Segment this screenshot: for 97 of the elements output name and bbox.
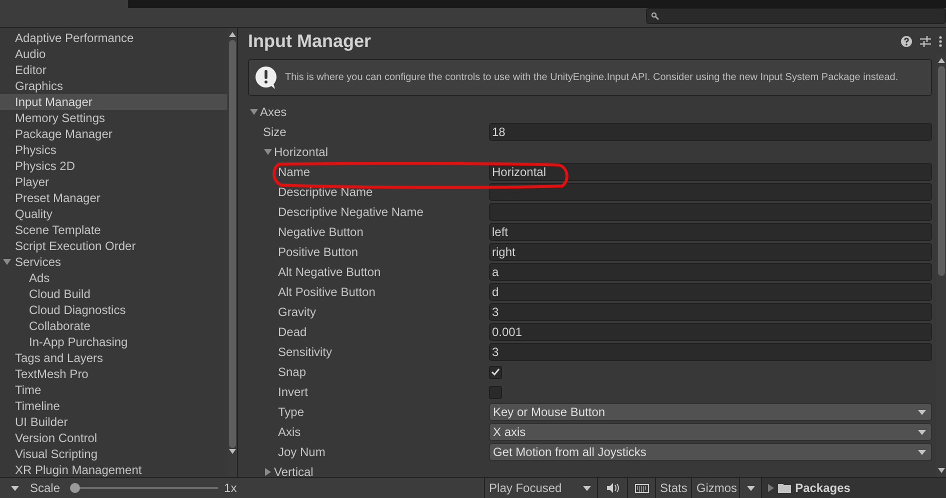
search-field[interactable] <box>646 8 946 24</box>
sidebar-item[interactable]: Package Manager <box>0 126 227 142</box>
search-icon <box>651 12 659 20</box>
settings-sliders-icon[interactable] <box>920 36 931 46</box>
sidebar-item[interactable]: In-App Purchasing <box>0 334 227 350</box>
folder-icon <box>778 483 792 493</box>
text-field[interactable]: 3 <box>489 303 932 321</box>
checkbox[interactable] <box>489 366 502 378</box>
field-label: Name <box>277 164 312 181</box>
scroll-up-icon[interactable] <box>938 58 944 63</box>
size-field[interactable]: 18 <box>489 123 932 141</box>
text-field[interactable]: right <box>489 243 932 261</box>
scroll-down-icon[interactable] <box>938 468 944 473</box>
sidebar-item[interactable]: Time <box>0 382 227 398</box>
sidebar-item[interactable]: Version Control <box>0 430 227 446</box>
checkbox[interactable] <box>489 386 502 398</box>
sidebar-item[interactable]: Audio <box>0 46 227 62</box>
scale-label: Scale <box>30 480 60 497</box>
caret-icon <box>583 486 592 490</box>
sidebar-item[interactable]: Preset Manager <box>0 190 227 206</box>
foldout-label: Vertical <box>274 464 314 481</box>
warning-bubble-icon <box>255 66 277 90</box>
foldout-header[interactable]: Horizontal <box>248 142 932 162</box>
text-field[interactable]: d <box>489 283 932 301</box>
dropdown-arrow-icon <box>918 450 926 454</box>
gizmos-button[interactable]: Gizmos <box>691 478 740 498</box>
speaker-icon <box>606 483 619 493</box>
field-label: Descriptive Negative Name <box>277 204 424 221</box>
sidebar-item[interactable]: Adaptive Performance <box>0 30 227 46</box>
more-menu-icon[interactable] <box>939 36 942 46</box>
dropdown-arrow-icon <box>918 410 926 414</box>
sidebar-item[interactable]: Script Execution Order <box>0 238 227 254</box>
text-field[interactable]: left <box>489 223 932 241</box>
text-field[interactable]: 0.001 <box>489 323 932 341</box>
field-label: Invert <box>277 384 310 401</box>
sidebar-item[interactable]: Collaborate <box>0 318 227 334</box>
sidebar-item[interactable]: Quality <box>0 206 227 222</box>
scroll-thumb[interactable] <box>228 40 236 448</box>
expand-triangle-icon[interactable] <box>264 148 272 156</box>
sidebar-item[interactable]: Physics 2D <box>0 158 227 174</box>
caret-icon <box>746 486 755 490</box>
scroll-up-icon[interactable] <box>228 32 236 37</box>
dropdown[interactable]: X axis <box>489 423 932 441</box>
sidebar-item[interactable]: Editor <box>0 62 227 78</box>
sidebar-item[interactable]: Memory Settings <box>0 110 227 126</box>
sidebar-item[interactable]: XR Plugin Management <box>0 462 227 478</box>
sidebar-item[interactable]: Services <box>0 254 227 270</box>
field-label: Positive Button <box>277 244 360 261</box>
text-field[interactable] <box>489 183 932 201</box>
expand-triangle-icon[interactable] <box>264 468 272 476</box>
field-label: Gravity <box>277 304 318 321</box>
sidebar-item[interactable]: Timeline <box>0 398 227 414</box>
foldout-header[interactable]: Axes <box>248 102 932 122</box>
info-message: This is where you can configure the controls to use with the UnityEngine.Input API. Consider using the new Input System Package instead. <box>285 72 898 84</box>
sidebar-item[interactable]: Visual Scripting <box>0 446 227 462</box>
sidebar-item[interactable]: Input Manager <box>0 94 227 110</box>
keyboard-icon <box>634 484 649 492</box>
field-label: Dead <box>277 324 308 341</box>
caret-icon <box>11 486 19 490</box>
sidebar-item[interactable]: Cloud Build <box>0 286 227 302</box>
sidebar-item[interactable]: TextMesh Pro <box>0 366 227 382</box>
scroll-thumb[interactable] <box>938 66 944 276</box>
field-label: Alt Negative Button <box>277 264 382 281</box>
sidebar-item[interactable]: Tags and Layers <box>0 350 227 366</box>
dropdown[interactable]: Key or Mouse Button <box>489 403 932 421</box>
stats-button[interactable]: Stats <box>655 478 692 498</box>
sidebar-item[interactable]: Player <box>0 174 227 190</box>
field-label: Negative Button <box>277 224 364 241</box>
field-label: Axis <box>277 424 302 441</box>
expand-triangle-icon[interactable] <box>3 258 11 266</box>
collapse-triangle-icon[interactable] <box>768 484 774 492</box>
field-label: Joy Num <box>277 444 326 461</box>
sidebar-item[interactable]: Ads <box>0 270 227 286</box>
field-label: Sensitivity <box>277 344 334 361</box>
text-field[interactable]: Horizontal <box>489 163 932 181</box>
sidebar-item[interactable]: Physics <box>0 142 227 158</box>
sidebar-item[interactable]: Cloud Diagnostics <box>0 302 227 318</box>
help-icon[interactable] <box>901 36 912 46</box>
dropdown-arrow-icon <box>918 430 926 434</box>
play-mode-dropdown[interactable]: Play Focused <box>484 478 598 498</box>
text-field[interactable]: 3 <box>489 343 932 361</box>
panel-title: Input Manager <box>248 30 372 53</box>
sidebar-item[interactable]: UI Builder <box>0 414 227 430</box>
slider-thumb[interactable] <box>70 483 80 493</box>
field-label: Alt Positive Button <box>277 284 376 301</box>
scale-value: 1x <box>224 480 238 497</box>
sidebar-item[interactable]: Scene Template <box>0 222 227 238</box>
field-label: Size <box>262 124 288 141</box>
expand-triangle-icon[interactable] <box>250 108 258 116</box>
text-field[interactable]: a <box>489 263 932 281</box>
dropdown[interactable]: Get Motion from all Joysticks <box>489 443 932 461</box>
sidebar-item[interactable]: Graphics <box>0 78 227 94</box>
field-label: Type <box>277 404 306 421</box>
field-label: Descriptive Name <box>277 184 374 201</box>
foldout-label: Axes <box>260 104 287 121</box>
foldout-label: Horizontal <box>274 144 328 161</box>
field-label: Snap <box>277 364 308 381</box>
